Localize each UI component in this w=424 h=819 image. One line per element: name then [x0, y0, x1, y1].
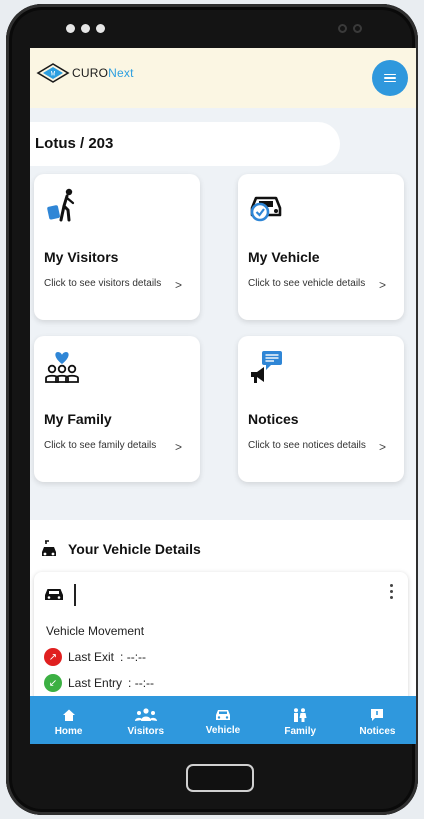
notices-icon [371, 708, 384, 721]
vehicle-number-placeholder [74, 584, 76, 606]
nav-family[interactable]: Family [262, 696, 339, 744]
megaphone-message-icon [251, 351, 282, 383]
logo-suffix: Next [108, 66, 134, 80]
vehicle-details-header: Your Vehicle Details [40, 540, 201, 558]
car-check-icon [250, 196, 282, 222]
card-description: Click to see visitors details [44, 278, 162, 289]
nav-label: Vehicle [205, 725, 241, 736]
nav-label: Home [54, 725, 83, 737]
logo-brand: CURO [72, 66, 109, 80]
car-icon [45, 589, 63, 600]
card-description: Click to see notices details [248, 440, 366, 451]
last-entry-label: Last Entry [68, 676, 123, 690]
card-title: My Visitors [44, 249, 119, 265]
bottom-navigation: Home Visitors Vehicle Family Notices [30, 696, 416, 744]
nav-home[interactable]: Home [30, 696, 107, 744]
menu-button[interactable] [372, 60, 408, 96]
speaker-dots [66, 24, 105, 33]
card-notices[interactable]: Notices Click to see notices details > [238, 336, 404, 482]
logo-diamond-icon: M [36, 63, 70, 83]
card-title: Notices [248, 411, 299, 427]
last-exit-row: ↗ Last Exit : --:-- [44, 648, 146, 666]
car-parking-icon [42, 540, 56, 556]
visitor-luggage-icon [47, 188, 75, 222]
nav-label: Visitors [127, 725, 165, 737]
flat-selector[interactable]: Lotus / 203 [30, 122, 340, 166]
hamburger-icon [384, 73, 396, 83]
app-screen: M CURONext Lotus / 203 My Visitors Click… [30, 48, 416, 744]
nav-vehicle[interactable]: Vehicle [184, 696, 261, 744]
family-heart-icon [45, 352, 79, 383]
card-title: My Family [44, 411, 112, 427]
vehicle-movement-label: Vehicle Movement [46, 624, 145, 638]
home-icon [62, 709, 75, 721]
card-description: Click to see family details [44, 440, 157, 451]
nav-label: Family [284, 725, 317, 737]
chevron-right-icon: > [174, 278, 182, 292]
family-icon [294, 707, 307, 722]
chevron-right-icon: > [378, 440, 386, 454]
nav-label: Notices [359, 725, 396, 737]
flat-label: Lotus / 203 [35, 135, 114, 152]
phone-topbar [6, 4, 418, 52]
phone-home-button[interactable] [186, 764, 254, 792]
visitors-icon [134, 707, 157, 721]
last-entry-row: ↙ Last Entry : --:-- [44, 674, 154, 692]
nav-notices[interactable]: Notices [339, 696, 416, 744]
card-title: My Vehicle [248, 249, 320, 265]
card-description: Click to see vehicle details [248, 278, 366, 289]
car-icon [216, 710, 230, 720]
card-my-family[interactable]: My Family Click to see family details > [34, 336, 200, 482]
svg-text:M: M [51, 72, 56, 78]
exit-icon: ↗ [44, 648, 62, 666]
last-exit-value: : --:-- [120, 650, 147, 664]
entry-icon: ↙ [44, 674, 62, 692]
card-my-visitors[interactable]: My Visitors Click to see visitors detail… [34, 174, 200, 320]
chevron-right-icon: > [174, 440, 182, 454]
vehicle-details-title: Your Vehicle Details [68, 541, 201, 557]
app-logo: M CURONext [36, 62, 134, 84]
card-my-vehicle[interactable]: My Vehicle Click to see vehicle details … [238, 174, 404, 320]
more-options-icon[interactable] [390, 584, 394, 599]
chevron-right-icon: > [378, 278, 386, 292]
app-header: M CURONext [30, 48, 416, 108]
last-entry-value: : --:-- [128, 676, 155, 690]
logo-text: CURONext [72, 66, 134, 80]
camera-lenses [338, 24, 362, 33]
nav-visitors[interactable]: Visitors [107, 696, 184, 744]
last-exit-label: Last Exit [68, 650, 115, 664]
